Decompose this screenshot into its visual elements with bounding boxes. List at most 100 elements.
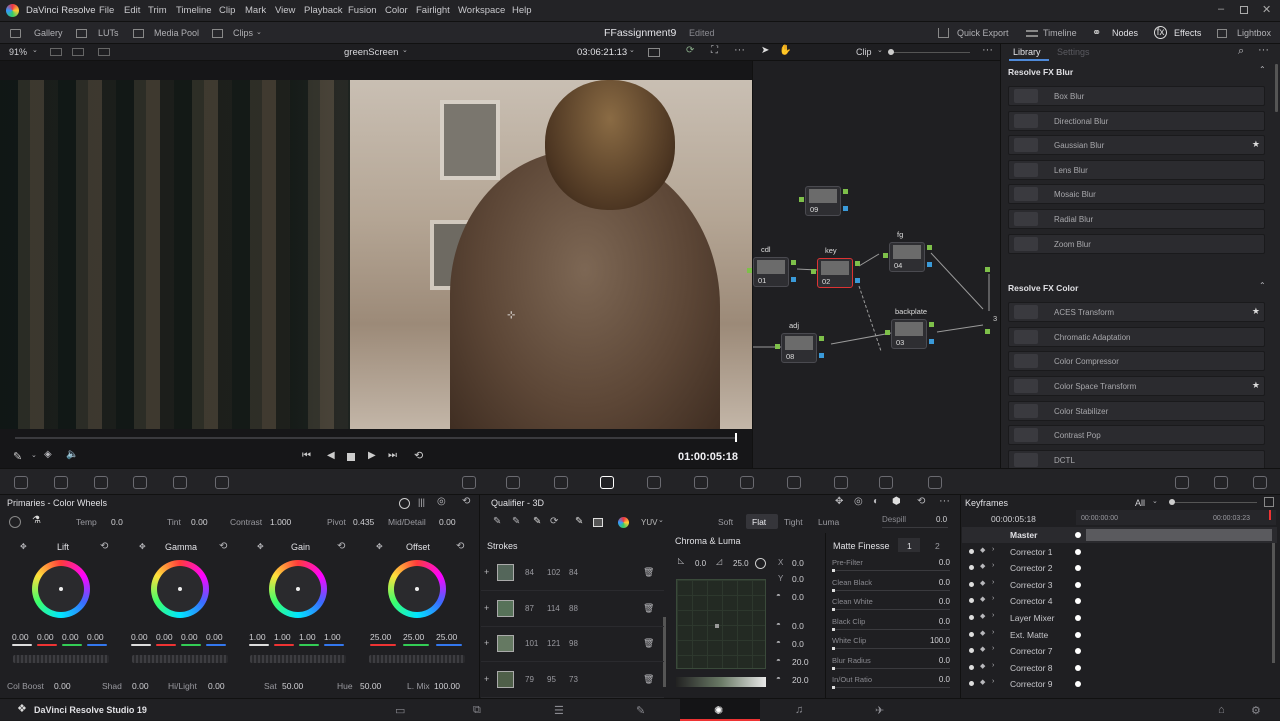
stroke-row[interactable]: +87 114 88 🗑 — [481, 592, 664, 627]
node-08[interactable]: 08 — [781, 333, 817, 363]
viewer-scrubber[interactable] — [15, 437, 737, 439]
fx-item[interactable]: Radial Blur — [1008, 209, 1265, 229]
more-options-icon[interactable]: ··· — [1258, 44, 1269, 56]
axis-value[interactable]: 0.0 — [792, 592, 804, 602]
matte-param-slider[interactable] — [832, 609, 950, 610]
stroke-row[interactable]: +84 102 84 🗑 — [481, 556, 664, 591]
maximize-icon[interactable] — [1240, 6, 1248, 14]
node-output-rgb[interactable] — [927, 245, 932, 250]
master-wheel[interactable] — [369, 655, 465, 663]
col-boost-value[interactable]: 0.00 — [54, 681, 71, 691]
wheel-value[interactable]: 1.00 — [249, 632, 266, 642]
node-input-rgb[interactable] — [775, 344, 780, 349]
expand-chevron-icon[interactable]: › — [992, 678, 994, 685]
tint-value[interactable]: 0.00 — [191, 517, 208, 527]
lock-icon[interactable]: ◆ — [980, 546, 985, 554]
aperture-icon[interactable] — [755, 558, 766, 569]
slider-handle[interactable] — [832, 569, 835, 572]
wheel-value[interactable]: 0.00 — [37, 632, 54, 642]
node-output-key[interactable] — [791, 277, 796, 282]
color-wheel-offset[interactable] — [388, 560, 446, 618]
node-zoom-slider[interactable] — [890, 52, 970, 53]
chroma-b-value[interactable]: 25.0 — [733, 559, 749, 568]
keyframe-track[interactable]: ◆ › Corrector 7 — [962, 643, 1277, 659]
lock-icon[interactable]: ◆ — [980, 612, 985, 620]
matte-param[interactable]: Blur Radius 0.0 — [832, 655, 950, 673]
menu-workspace[interactable]: Workspace — [458, 5, 505, 16]
node-04[interactable]: 04 — [889, 242, 925, 272]
expand-chevron-icon[interactable]: › — [992, 612, 994, 619]
node-input-rgb[interactable] — [747, 268, 752, 273]
wheel-value[interactable]: 1.00 — [274, 632, 291, 642]
reset-icon[interactable]: ⟲ — [462, 496, 470, 507]
lock-icon[interactable]: ◆ — [980, 662, 985, 670]
fx-item[interactable]: Zoom Blur — [1008, 233, 1265, 254]
log-mode-icon[interactable]: ◎ — [437, 496, 446, 507]
quick-export-button[interactable]: Quick Export — [957, 28, 1009, 38]
matte-tab[interactable]: 2 — [935, 541, 940, 551]
expand-icon[interactable] — [1264, 497, 1274, 507]
wheels-mode-icon[interactable] — [399, 498, 410, 509]
lock-icon[interactable]: ◆ — [980, 595, 985, 603]
wheel-value[interactable]: 0.00 — [62, 632, 79, 642]
qualifier-hsl-icon[interactable]: ◐ — [873, 496, 879, 507]
wheel-value[interactable]: 1.00 — [299, 632, 316, 642]
delete-icon[interactable]: 🗑 — [643, 567, 654, 578]
play-icon[interactable]: ▶ — [368, 450, 376, 461]
node-input-rgb[interactable] — [885, 330, 890, 335]
wheel-value[interactable]: 0.00 — [12, 632, 29, 642]
track-enable-dot[interactable] — [969, 548, 974, 554]
axis-value[interactable]: 20.0 — [792, 675, 809, 685]
node-output-rgb[interactable] — [791, 260, 796, 265]
video-frame[interactable]: ⊹ — [0, 80, 752, 429]
node-02[interactable]: 02 — [817, 258, 853, 288]
color-tool-17-icon[interactable] — [928, 476, 942, 489]
add-stroke-icon[interactable]: + — [484, 603, 489, 613]
color-tool-14-icon[interactable] — [787, 476, 801, 489]
library-scrollbar[interactable] — [1275, 64, 1278, 112]
wheel-value[interactable]: 25.00 — [436, 632, 457, 642]
clip-name-dropdown[interactable]: greenScreen — [344, 47, 398, 58]
chevron-down-icon[interactable]: ⌄ — [1152, 497, 1158, 505]
track-enable-dot[interactable] — [969, 615, 974, 620]
keyframe-track[interactable]: ◆ › Corrector 2 — [962, 560, 1277, 576]
matte-param-value[interactable]: 0.0 — [939, 656, 950, 665]
track-enable-dot[interactable] — [969, 631, 974, 637]
keyframe-zoom-slider[interactable] — [1169, 502, 1257, 503]
reset-icon[interactable]: ⟲ — [337, 541, 345, 552]
qualifier-picker-icon[interactable]: ✥ — [835, 496, 843, 507]
viewer-options-icon[interactable] — [648, 48, 660, 57]
menu-fairlight[interactable]: Fairlight — [416, 5, 450, 16]
stroke-row[interactable]: +101 121 98 🗑 — [481, 627, 664, 662]
wheel-center-dot[interactable] — [59, 587, 63, 591]
feather-icon[interactable]: ⟳ — [550, 516, 558, 527]
fx-item[interactable]: Color Compressor — [1008, 351, 1265, 372]
source-timecode[interactable]: 03:06:21:13 — [577, 47, 627, 58]
picker-plus-icon[interactable]: ✎ — [533, 516, 541, 527]
color-tool-7-icon[interactable] — [462, 476, 476, 489]
track-enable-dot[interactable] — [969, 598, 974, 604]
fx-item[interactable]: Contrast Pop — [1008, 425, 1265, 446]
wheel-center-dot[interactable] — [178, 587, 182, 591]
step-back-icon[interactable]: ◀ — [327, 450, 335, 461]
keyframe-track[interactable]: ◆ › Corrector 9 — [962, 676, 1277, 692]
wheel-value[interactable]: 0.00 — [87, 632, 104, 642]
picker-icon[interactable]: ✎ — [493, 516, 501, 527]
node-output-key[interactable] — [927, 262, 932, 267]
fx-item[interactable]: Color Space Transform ★ — [1008, 376, 1265, 396]
clip-mode-dropdown[interactable]: Clip — [856, 47, 872, 57]
slider-handle[interactable] — [1169, 499, 1175, 505]
layers-icon[interactable]: ◈ — [44, 449, 52, 460]
menu-trim[interactable]: Trim — [148, 5, 167, 16]
matte-param[interactable]: Black Clip 0.0 — [832, 616, 950, 634]
node-03[interactable]: 03 — [891, 319, 927, 349]
keyframe-track[interactable]: ◆ › Corrector 4 — [962, 593, 1277, 609]
slider-handle[interactable] — [888, 49, 894, 55]
matte-param[interactable]: In/Out Ratio 0.0 — [832, 674, 950, 692]
track-enable-dot[interactable] — [969, 664, 974, 670]
chevron-down-icon[interactable]: ⌄ — [877, 46, 883, 54]
menu-edit[interactable]: Edit — [124, 5, 140, 16]
matte-param-slider[interactable] — [832, 628, 950, 630]
chevron-down-icon[interactable]: ⌄ — [32, 46, 38, 54]
keyframe-filter-dropdown[interactable]: All — [1135, 498, 1145, 508]
